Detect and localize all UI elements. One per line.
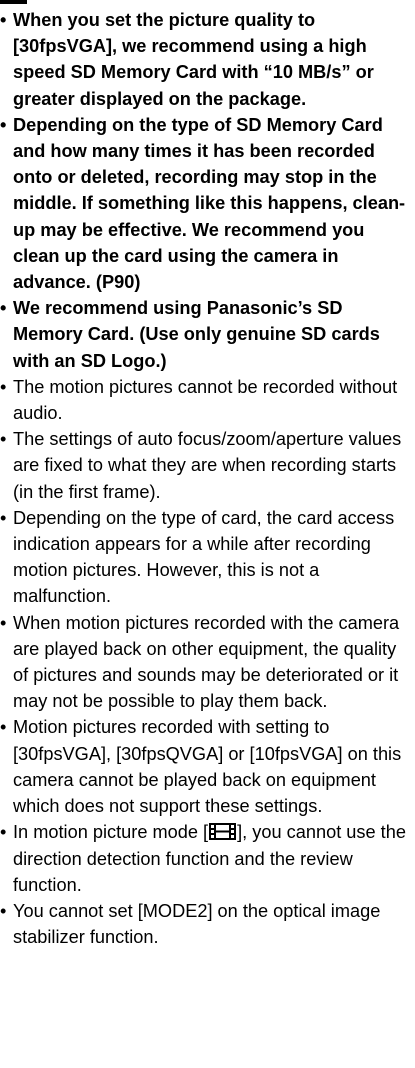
notes-list: • When you set the picture quality to [3…: [0, 7, 413, 950]
note-text: The motion pictures cannot be recorded w…: [13, 376, 398, 424]
list-item: • Depending on the type of card, the car…: [0, 505, 413, 610]
bullet: •: [0, 507, 7, 528]
bullet: •: [0, 376, 7, 397]
note-text: Motion pictures recorded with setting to…: [13, 717, 402, 817]
bullet: •: [0, 114, 7, 135]
note-text: When you set the picture quality to [30f…: [13, 10, 374, 109]
section-marker-bar: [0, 0, 27, 4]
list-item: • You cannot set [MODE2] on the optical …: [0, 898, 413, 950]
list-item: • In motion picture mode [ ], you cannot…: [0, 819, 413, 898]
list-item: • When motion pictures recorded with the…: [0, 610, 413, 715]
list-item: • The motion pictures cannot be recorded…: [0, 374, 413, 426]
note-text-before: In motion picture mode [: [13, 822, 209, 843]
note-text: We recommend using Panasonic’s SD Memory…: [13, 298, 380, 371]
note-text: When motion pictures recorded with the c…: [13, 612, 400, 712]
bullet: •: [0, 298, 7, 319]
note-text: Depending on the type of card, the card …: [13, 507, 395, 607]
list-item: • The settings of auto focus/zoom/apertu…: [0, 426, 413, 505]
list-item: • Motion pictures recorded with setting …: [0, 714, 413, 819]
bullet: •: [0, 822, 7, 843]
note-text: The settings of auto focus/zoom/aperture…: [13, 429, 402, 502]
list-item: • Depending on the type of SD Memory Car…: [0, 112, 413, 295]
list-item: • When you set the picture quality to [3…: [0, 7, 413, 112]
bullet: •: [0, 429, 7, 450]
note-text: You cannot set [MODE2] on the optical im…: [13, 900, 381, 948]
bullet: •: [0, 10, 7, 30]
bullet: •: [0, 717, 7, 738]
list-item: • We recommend using Panasonic’s SD Memo…: [0, 295, 413, 374]
note-text: Depending on the type of SD Memory Card …: [13, 114, 406, 293]
bullet: •: [0, 612, 7, 633]
bullet: •: [0, 900, 7, 921]
motion-picture-icon: [209, 823, 237, 841]
